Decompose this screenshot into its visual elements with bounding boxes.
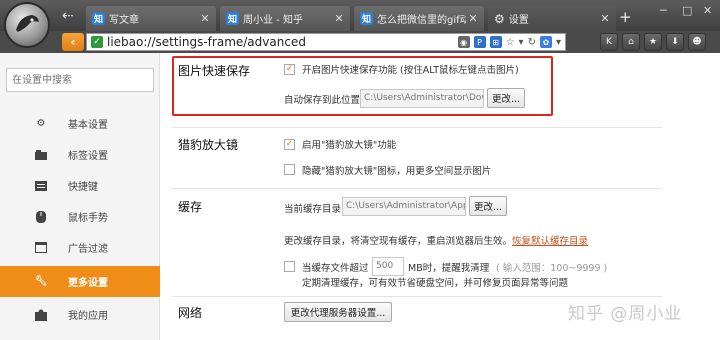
save-path-label: 自动保存到此位置 (284, 95, 361, 106)
sidebar-item-more[interactable]: 🔧︎ 更多设置 (0, 266, 160, 297)
wrench-icon: 🔧︎ (34, 276, 48, 287)
cache-dir-label: 当前缓存目录 (284, 204, 342, 215)
close-icon[interactable]: ✕ (198, 12, 212, 25)
magnifier-hide-checkbox[interactable] (284, 164, 295, 175)
gear-icon: ⚙ (494, 11, 505, 26)
image-save-checkbox[interactable]: ✓ (284, 64, 295, 75)
favorites-button[interactable]: ★ (644, 33, 662, 51)
tab-label: 设置 (508, 15, 529, 26)
cache-notice: 更改缓存目录，将清空现有缓存，重启浏览器后生效。 (284, 236, 513, 247)
address-bar[interactable]: ✓ liebao://settings-frame/advanced ◉ P ⊞… (86, 33, 566, 51)
mouse-icon (34, 210, 48, 224)
p-icon[interactable]: P (473, 36, 486, 48)
settings-search-input[interactable] (6, 68, 154, 92)
new-tab-icon[interactable]: + (619, 8, 632, 26)
translate-icon[interactable]: ⊞ (489, 36, 502, 48)
home-button[interactable]: ⌂ (622, 33, 640, 51)
star-icon[interactable]: ☆ (506, 37, 515, 48)
divider (172, 188, 662, 189)
save-path-field[interactable]: C:\Users\Administrator\Dow (360, 89, 484, 108)
search-engine-icon[interactable]: ✿ (539, 36, 552, 48)
image-save-checkbox-label: 开启图片快速保存功能 (按住ALT鼠标左键点击图片) (302, 65, 519, 76)
restore-cache-link[interactable]: 恢复默认缓存目录 (512, 233, 588, 247)
proxy-settings-button[interactable]: 更改代理服务器设置... (284, 302, 392, 322)
tab-settings[interactable]: ⚙ 设置 ✕ (488, 6, 616, 31)
gear-icon: ⚙ (36, 118, 46, 129)
refresh-icon[interactable]: ↻ (528, 37, 536, 48)
sidebar-item-gestures[interactable]: 鼠标手势 (0, 201, 160, 232)
close-window-icon[interactable]: ✕ (703, 4, 712, 17)
back-arrow-icon[interactable]: ⇠ (62, 8, 74, 24)
section-title-cache: 缓存 (178, 200, 203, 214)
cache-dir-field[interactable]: C:\Users\Administrator\AppD (342, 197, 466, 216)
sidebar-item-shortcuts[interactable]: 快捷键 (0, 170, 160, 201)
tab-write-article[interactable]: 知 写文章 ✕ (86, 6, 216, 31)
dropdown-icon[interactable]: ▾ (519, 37, 524, 48)
cache-limit-note: 定期清理缓存，可有效节省硬盘空间，并可修复页面异常等问题 (302, 278, 569, 289)
magnifier-enable-label: 启用"猎豹放大镜"功能 (302, 140, 397, 151)
dropdown-icon[interactable]: ▾ (556, 37, 561, 48)
sidebar-item-apps[interactable]: 我的应用 (0, 299, 160, 330)
magnifier-enable-checkbox[interactable]: ✓ (284, 139, 295, 150)
section-title-network: 网络 (178, 306, 203, 320)
puzzle-icon (34, 308, 48, 322)
close-icon[interactable]: ✕ (598, 12, 612, 25)
sidebar-item-label: 鼠标手势 (68, 213, 108, 224)
divider (172, 296, 662, 297)
close-icon[interactable]: ✕ (332, 12, 346, 25)
magnifier-hide-label: 隐藏"猎豹放大镜"图标，用更多空间显示图片 (302, 166, 492, 177)
browser-window: { "tabs":[ {"label":"写文章","icon":"知"}, {… (0, 0, 720, 340)
zhihu-icon: 知 (360, 12, 373, 25)
tab-label: 周小业 - 知乎 (243, 15, 303, 26)
cache-change-button[interactable]: 更改... (469, 196, 507, 216)
settings-sidebar: ⚙ 基本设置 标签设置 快捷键 鼠标手势 广告过滤 🔧︎ 更多设置 我的应用 (0, 53, 160, 340)
back-button[interactable]: ‹ (62, 33, 84, 51)
minimize-icon[interactable]: ─ (660, 4, 667, 17)
maximize-icon[interactable]: □ (682, 4, 692, 17)
sidebar-item-label: 快捷键 (68, 182, 98, 193)
zhihu-icon: 知 (92, 12, 105, 25)
tab-label: 怎么把微信里的gif动... (377, 15, 466, 26)
cache-limit-input[interactable]: 500 (372, 257, 404, 276)
game-button[interactable]: ☻ (688, 33, 706, 51)
cache-limit-checkbox[interactable] (284, 261, 295, 272)
zhihu-watermark: 知乎 @周小业 (568, 304, 683, 324)
secure-check-icon: ✓ (91, 36, 103, 48)
sidebar-item-label: 我的应用 (68, 311, 108, 322)
sidebar-item-adblock[interactable]: 广告过滤 (0, 232, 160, 263)
sidebar-item-label: 更多设置 (68, 278, 108, 289)
sidebar-item-label: 广告过滤 (68, 244, 108, 255)
tab-gif-question[interactable]: 知 怎么把微信里的gif动... ✕ (354, 6, 484, 31)
sidebar-item-tabs[interactable]: 标签设置 (0, 139, 160, 170)
sidebar-item-label: 标签设置 (68, 151, 108, 162)
cache-limit-hint: ( 输入范围：100~9999 ) (496, 263, 608, 274)
close-icon[interactable]: ✕ (466, 12, 480, 25)
bulb-icon[interactable]: ◉ (457, 36, 470, 48)
cache-limit-prefix: 当缓存文件超过 (302, 263, 369, 274)
section-title-image-save: 图片快速保存 (178, 64, 251, 78)
liebao-logo[interactable] (4, 2, 50, 48)
tab-label: 写文章 (109, 15, 139, 26)
zhihu-icon: 知 (226, 12, 239, 25)
image-save-change-button[interactable]: 更改... (487, 88, 525, 108)
tab-icon (34, 148, 48, 162)
section-title-magnifier: 猎豹放大镜 (178, 138, 239, 152)
k-button[interactable]: K (600, 33, 618, 51)
divider (172, 127, 662, 128)
url-text: liebao://settings-frame/advanced (107, 35, 306, 49)
keyboard-icon (34, 179, 48, 193)
download-button[interactable]: ⬇ (666, 33, 684, 51)
window-icon (34, 241, 48, 255)
sidebar-item-label: 基本设置 (68, 120, 108, 131)
tab-zhihu-profile[interactable]: 知 周小业 - 知乎 ✕ (220, 6, 350, 31)
settings-content: 图片快速保存 ✓ 开启图片快速保存功能 (按住ALT鼠标左键点击图片) 自动保存… (160, 53, 720, 340)
sidebar-item-basic[interactable]: ⚙ 基本设置 (0, 108, 160, 139)
cache-limit-suffix: MB时，提醒我清理 (408, 263, 490, 274)
